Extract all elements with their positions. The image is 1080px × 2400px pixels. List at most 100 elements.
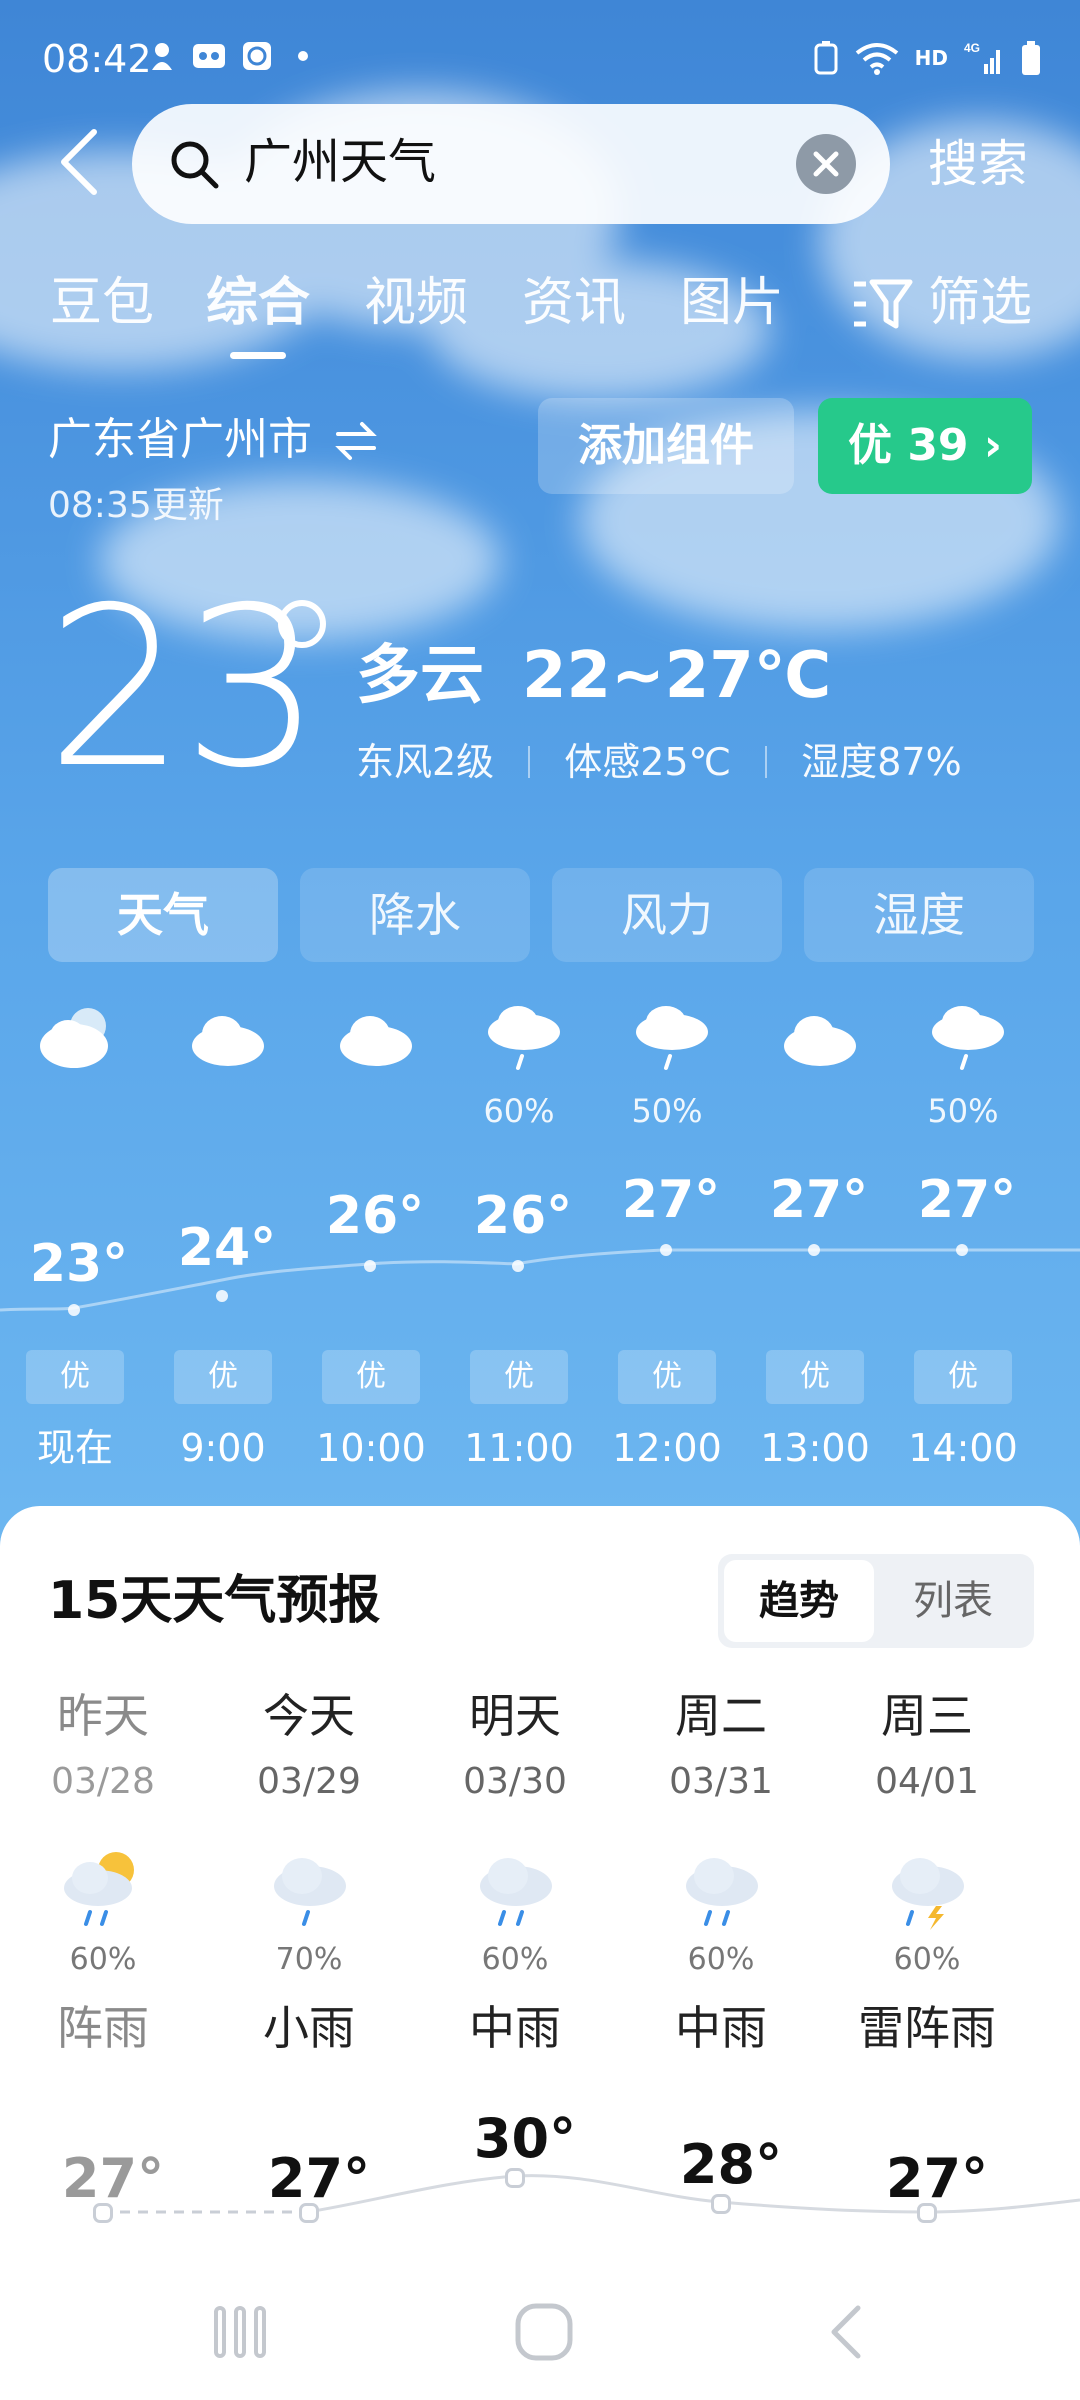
segment-weather[interactable]: 天气 [48,868,278,962]
hour-label: 12:00 [612,1426,722,1470]
forecast-precip-prob: 60% [481,1942,549,1977]
forecast-day-label: 昨天 [57,1689,149,1743]
battery-saver-icon [814,41,838,75]
forecast-day-label: 今天 [263,1689,355,1743]
thunder-rain-icon [892,1858,964,1930]
hour-precip-prob: 60% [483,1092,555,1130]
app-notification-icon [152,43,172,70]
air-quality-button[interactable]: 优 39 › [818,398,1032,494]
status-notifications [148,40,318,72]
forecast-day-column[interactable]: 周二 03/31 60% 中雨 28° [618,1686,824,2246]
recent-apps-icon[interactable] [212,2302,268,2362]
temperature-point [216,1290,228,1302]
tab-news[interactable]: 资讯 [522,268,626,338]
hd-indicator: HD [914,46,948,70]
hour-column: 26° 优 10:00 [296,980,446,1500]
sun-rain-icon [64,1852,134,1926]
forecast-day-column[interactable]: 今天 03/29 70% 小雨 27° [206,1686,412,2246]
temperature-point [68,1304,80,1316]
tab-doubao[interactable]: 豆包 [50,268,154,338]
switch-city-icon[interactable] [334,420,378,462]
light-rain-icon [932,1006,1004,1070]
home-icon[interactable] [512,2300,576,2364]
tab-general[interactable]: 综合 [206,268,310,338]
hour-column: 50% 27° 优 14:00 [888,980,1038,1500]
temperature-point [512,1260,524,1272]
current-condition: 多云 [356,639,484,713]
forecast-high-temp: 27° [267,2147,371,2210]
forecast-precip-prob: 60% [687,1942,755,1977]
forecast-condition: 中雨 [675,2001,767,2055]
back-arrow-icon[interactable] [50,126,110,198]
forecast-date: 03/28 [51,1761,155,1802]
status-system-icons: HD 4G [813,40,1042,76]
more-dot-icon [298,51,308,61]
segment-precipitation[interactable]: 降水 [300,868,530,962]
hourly-forecast[interactable]: 23° 优 现在 24° 优 9:00 26° 优 10:00 60% 26° … [0,980,1080,1500]
filter-icon[interactable] [852,276,914,332]
forecast-day-label: 周三 [881,1689,973,1743]
search-input[interactable]: 广州天气 [132,104,890,224]
light-rain-icon [274,1858,346,1926]
air-quality-badge: 优 [26,1350,124,1404]
forecast-precip-prob: 70% [275,1942,343,1977]
forecast-condition: 小雨 [263,2001,355,2055]
hour-label: 10:00 [316,1426,426,1470]
battery-icon [1022,41,1040,75]
clear-search-button[interactable] [796,134,856,194]
hour-column: 23° 优 现在 [0,980,150,1500]
temperature-point [299,2203,319,2223]
air-quality-badge: 优 [618,1350,716,1404]
active-tab-indicator [230,352,286,359]
air-quality-badge: 优 [322,1350,420,1404]
moderate-rain-icon [686,1858,758,1926]
hour-temperature: 27° [917,1170,1017,1230]
tab-filter[interactable]: 筛选 [928,268,1032,338]
close-icon [813,151,839,177]
light-rain-icon [488,1006,560,1070]
tab-images[interactable]: 图片 [680,268,784,338]
divider [528,746,531,778]
temperature-point [956,1244,968,1256]
hour-label: 11:00 [464,1426,574,1470]
cloud-icon [784,1016,856,1066]
hour-column: 24° 优 9:00 [148,980,298,1500]
forecast-precip-prob: 60% [69,1942,137,1977]
search-button[interactable]: 搜索 [928,132,1028,196]
hour-precip-prob: 50% [927,1092,999,1130]
forecast-day-column[interactable]: 明天 03/30 60% 中雨 30° [412,1686,618,2246]
temperature-point [660,1244,672,1256]
svg-text:4G: 4G [964,41,980,55]
hour-column: 50% 27° 优 12:00 [592,980,742,1500]
forecast-high-temp: 27° [885,2147,989,2210]
current-details: 东风2级 体感25℃ 湿度87% [356,736,962,788]
moderate-rain-icon [480,1858,552,1926]
divider [765,746,768,778]
air-quality-badge: 优 [766,1350,864,1404]
temperature-point [93,2203,113,2223]
hour-temperature: 26° [325,1186,425,1246]
forecast-date: 04/01 [875,1761,979,1802]
hour-precip-prob: 50% [631,1092,703,1130]
forecast-condition: 中雨 [469,2001,561,2055]
current-temperature: 23 [46,560,322,816]
forecast-day-column[interactable]: 周三 04/01 60% 雷阵雨 27° [824,1686,1030,2246]
location-name[interactable]: 广东省广州市 [48,410,312,470]
back-nav-icon[interactable] [822,2302,872,2362]
temperature-range: 22~27℃ [522,639,832,713]
update-time: 08:35更新 [48,485,224,526]
add-widget-button[interactable]: 添加组件 [538,398,794,494]
hour-label: 14:00 [908,1426,1018,1470]
tab-video[interactable]: 视频 [364,268,468,338]
temperature-point [917,2203,937,2223]
hour-column: 60% 26° 优 11:00 [444,980,594,1500]
forecast-day-column[interactable]: 昨天 03/28 60% 阵雨 27° [0,1686,206,2246]
segment-humidity[interactable]: 湿度 [804,868,1034,962]
humidity-info: 湿度87% [801,740,962,784]
clock-app-icon [243,42,271,70]
hour-temperature: 24° [177,1218,277,1278]
forecast-date: 03/30 [463,1761,567,1802]
temperature-point [711,2194,731,2214]
forecast-day-label: 明天 [469,1689,561,1743]
segment-wind[interactable]: 风力 [552,868,782,962]
